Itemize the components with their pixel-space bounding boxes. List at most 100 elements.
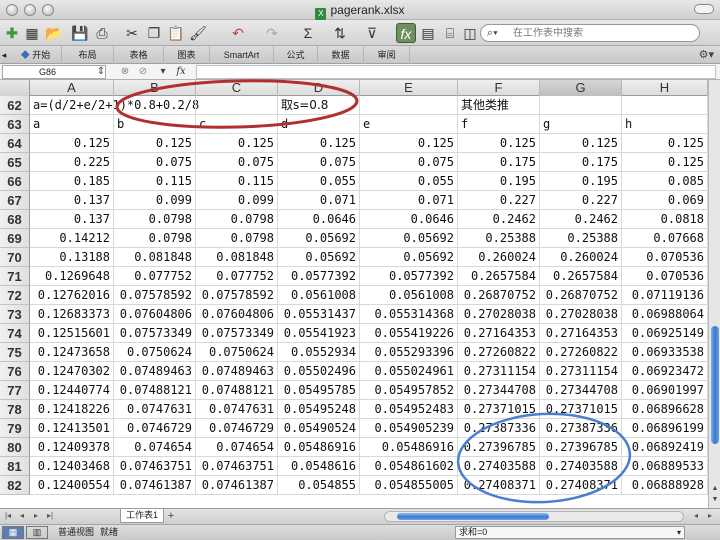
cell-a80[interactable]: 0.12409378: [30, 438, 114, 457]
cell-b82[interactable]: 0.07461387: [114, 476, 196, 495]
cell-f82[interactable]: 0.27408371: [458, 476, 540, 495]
cell-a69[interactable]: 0.14212: [30, 229, 114, 248]
cell-h76[interactable]: 0.06923472: [622, 362, 708, 381]
cell-c64[interactable]: 0.125: [196, 134, 278, 153]
cell-f67[interactable]: 0.227: [458, 191, 540, 210]
gallery-icon[interactable]: ▤: [418, 23, 438, 43]
cell-c62[interactable]: [196, 96, 278, 115]
open-icon[interactable]: 📂: [44, 23, 64, 43]
cell-d77[interactable]: 0.05495785: [278, 381, 360, 400]
cell-f78[interactable]: 0.27371015: [458, 400, 540, 419]
cell-c79[interactable]: 0.0746729: [196, 419, 278, 438]
tab-charts[interactable]: 图表: [164, 46, 210, 64]
row-header[interactable]: 62: [0, 96, 30, 115]
page-layout-view-icon[interactable]: ▥: [26, 526, 48, 539]
column-header-f[interactable]: F: [458, 80, 540, 96]
cell-e81[interactable]: 0.054861602: [360, 457, 458, 476]
cell-a67[interactable]: 0.137: [30, 191, 114, 210]
cell-c70[interactable]: 0.081848: [196, 248, 278, 267]
cell-d62[interactable]: 取s=0.8: [278, 96, 360, 115]
sort-icon[interactable]: ⇅: [330, 23, 350, 43]
cell-g77[interactable]: 0.27344708: [540, 381, 622, 400]
cell-a73[interactable]: 0.12683373: [30, 305, 114, 324]
cell-h63[interactable]: h: [622, 115, 708, 134]
sheet-search-input[interactable]: ⌕▾ 在工作表中搜索: [480, 24, 700, 42]
cell-h64[interactable]: 0.125: [622, 134, 708, 153]
row-header[interactable]: 76: [0, 362, 30, 381]
cell-a66[interactable]: 0.185: [30, 172, 114, 191]
cell-h71[interactable]: 0.070536: [622, 267, 708, 286]
cell-b65[interactable]: 0.075: [114, 153, 196, 172]
cell-g73[interactable]: 0.27028038: [540, 305, 622, 324]
cell-a71[interactable]: 0.1269648: [30, 267, 114, 286]
cell-d65[interactable]: 0.075: [278, 153, 360, 172]
cell-d82[interactable]: 0.054855: [278, 476, 360, 495]
insert-function-icon[interactable]: fx: [174, 65, 188, 79]
vertical-scroll-thumb[interactable]: [711, 326, 719, 444]
row-header[interactable]: 71: [0, 267, 30, 286]
cell-f76[interactable]: 0.27311154: [458, 362, 540, 381]
cell-e80[interactable]: 0.05486916: [360, 438, 458, 457]
cell-c66[interactable]: 0.115: [196, 172, 278, 191]
cell-g74[interactable]: 0.27164353: [540, 324, 622, 343]
cell-a62[interactable]: a=(d/2+e/2+1)*0.8+0.2/8: [30, 96, 199, 115]
name-box[interactable]: G86: [2, 65, 106, 79]
row-header[interactable]: 69: [0, 229, 30, 248]
cell-e65[interactable]: 0.075: [360, 153, 458, 172]
cell-b75[interactable]: 0.0750624: [114, 343, 196, 362]
cell-c72[interactable]: 0.07578592: [196, 286, 278, 305]
cell-h72[interactable]: 0.07119136: [622, 286, 708, 305]
cell-g62[interactable]: [540, 96, 622, 115]
cell-e63[interactable]: e: [360, 115, 458, 134]
scroll-up-icon[interactable]: ▲: [710, 484, 720, 494]
cell-e79[interactable]: 0.054905239: [360, 419, 458, 438]
cell-b79[interactable]: 0.0746729: [114, 419, 196, 438]
row-header[interactable]: 72: [0, 286, 30, 305]
cell-e75[interactable]: 0.055293396: [360, 343, 458, 362]
cell-h62[interactable]: [622, 96, 708, 115]
cell-c68[interactable]: 0.0798: [196, 210, 278, 229]
cell-d63[interactable]: d: [278, 115, 360, 134]
cell-b73[interactable]: 0.07604806: [114, 305, 196, 324]
cell-f63[interactable]: f: [458, 115, 540, 134]
cell-f62[interactable]: 其他类推: [458, 96, 540, 115]
sum-display[interactable]: 求和=0 ▾: [455, 526, 685, 539]
row-header[interactable]: 80: [0, 438, 30, 457]
cell-b81[interactable]: 0.07463751: [114, 457, 196, 476]
row-header[interactable]: 66: [0, 172, 30, 191]
cell-g79[interactable]: 0.27387336: [540, 419, 622, 438]
column-header-g[interactable]: G: [540, 80, 622, 96]
cell-d79[interactable]: 0.05490524: [278, 419, 360, 438]
cell-h68[interactable]: 0.0818: [622, 210, 708, 229]
column-header-e[interactable]: E: [360, 80, 458, 96]
cell-g68[interactable]: 0.2462: [540, 210, 622, 229]
column-header-d[interactable]: D: [278, 80, 360, 96]
row-header[interactable]: 63: [0, 115, 30, 134]
toolbox-icon[interactable]: ⌸: [440, 23, 460, 43]
cell-h78[interactable]: 0.06896628: [622, 400, 708, 419]
zoom-icon[interactable]: ◫: [460, 23, 480, 43]
cell-c77[interactable]: 0.07488121: [196, 381, 278, 400]
cell-f80[interactable]: 0.27396785: [458, 438, 540, 457]
cell-g80[interactable]: 0.27396785: [540, 438, 622, 457]
cell-b69[interactable]: 0.0798: [114, 229, 196, 248]
cell-f79[interactable]: 0.27387336: [458, 419, 540, 438]
row-header[interactable]: 65: [0, 153, 30, 172]
cell-f75[interactable]: 0.27260822: [458, 343, 540, 362]
cell-f66[interactable]: 0.195: [458, 172, 540, 191]
cell-d75[interactable]: 0.0552934: [278, 343, 360, 362]
name-box-dropdown-icon[interactable]: ⇕: [94, 65, 108, 79]
cell-c69[interactable]: 0.0798: [196, 229, 278, 248]
cell-d80[interactable]: 0.05486916: [278, 438, 360, 457]
cell-a75[interactable]: 0.12473658: [30, 343, 114, 362]
cell-e66[interactable]: 0.055: [360, 172, 458, 191]
cell-h75[interactable]: 0.06933538: [622, 343, 708, 362]
cell-e64[interactable]: 0.125: [360, 134, 458, 153]
formula-dropdown-icon[interactable]: ▾: [156, 65, 170, 79]
cell-d68[interactable]: 0.0646: [278, 210, 360, 229]
cell-h73[interactable]: 0.06988064: [622, 305, 708, 324]
scroll-right-icon[interactable]: ▸: [704, 510, 716, 522]
cell-g71[interactable]: 0.2657584: [540, 267, 622, 286]
horizontal-scrollbar[interactable]: [384, 511, 684, 522]
cell-a78[interactable]: 0.12418226: [30, 400, 114, 419]
